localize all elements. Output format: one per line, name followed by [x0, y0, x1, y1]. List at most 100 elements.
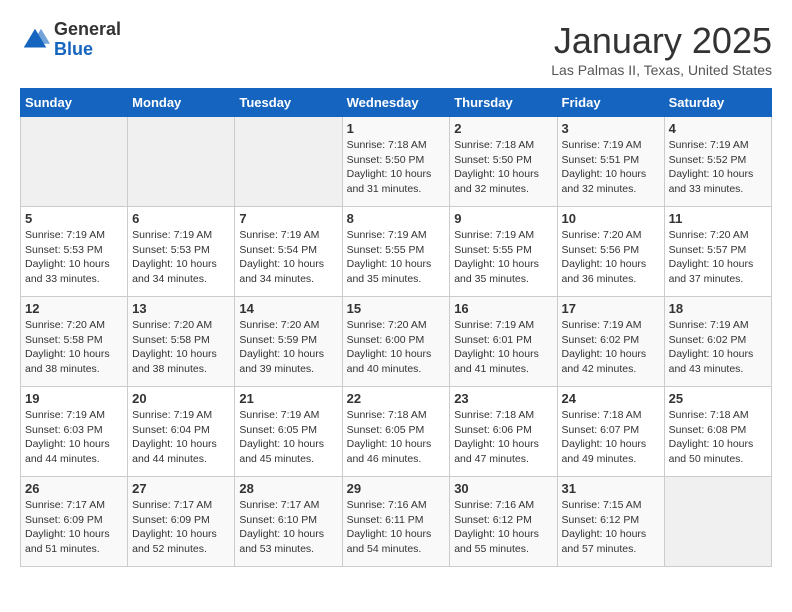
calendar-day-cell: 14Sunrise: 7:20 AMSunset: 5:59 PMDayligh… — [235, 297, 342, 387]
day-number: 23 — [454, 391, 552, 406]
calendar-week-row: 12 Sunrise: 7:20 AMSunset: 5:58 PMDayligh… — [21, 297, 772, 387]
calendar-title: January 2025 — [551, 20, 772, 62]
calendar-day-cell: 30 Sunrise: 7:16 AMSunset: 6:12 PMDayligh… — [450, 477, 557, 567]
day-info: Sunrise: 7:18 AMSunset: 5:50 PMDaylight:… — [347, 138, 446, 197]
day-info: Sunrise: 7:19 AMSunset: 6:02 PMDaylight:… — [669, 318, 767, 377]
day-number: 7 — [239, 211, 337, 226]
weekday-header-row: SundayMondayTuesdayWednesdayThursdayFrid… — [21, 89, 772, 117]
day-info: Sunrise: 7:19 AMSunset: 5:55 PMDaylight:… — [347, 228, 446, 287]
weekday-header: Tuesday — [235, 89, 342, 117]
weekday-header: Monday — [128, 89, 235, 117]
day-info: Sunrise: 7:15 AMSunset: 6:12 PMDaylight:… — [562, 498, 660, 557]
calendar-day-cell: 18 Sunrise: 7:19 AMSunset: 6:02 PMDayligh… — [664, 297, 771, 387]
calendar-day-cell: 24 Sunrise: 7:18 AMSunset: 6:07 PMDayligh… — [557, 387, 664, 477]
calendar-day-cell: 6 Sunrise: 7:19 AMSunset: 5:53 PMDaylight… — [128, 207, 235, 297]
calendar-day-cell: 25 Sunrise: 7:18 AMSunset: 6:08 PMDayligh… — [664, 387, 771, 477]
day-info: Sunrise: 7:18 AMSunset: 6:05 PMDaylight:… — [347, 408, 446, 467]
day-number: 8 — [347, 211, 446, 226]
day-number: 5 — [25, 211, 123, 226]
calendar-day-cell: 13 Sunrise: 7:20 AMSunset: 5:58 PMDayligh… — [128, 297, 235, 387]
day-number: 26 — [25, 481, 123, 496]
calendar-day-cell: 12Sunrise: 7:20 AMSunset: 5:58 PMDayligh… — [21, 297, 128, 387]
page-header: General Blue January 2025 Las Palmas II,… — [20, 20, 772, 78]
day-info: Sunrise: 7:18 AMSunset: 6:08 PMDaylight:… — [669, 408, 767, 467]
calendar-day-cell: 3Sunrise: 7:19 AMSunset: 5:51 PMDaylight… — [557, 117, 664, 207]
day-info: Sunrise: 7:20 AMSunset: 6:00 PMDaylight:… — [347, 318, 446, 377]
calendar-day-cell — [664, 477, 771, 567]
day-info: Sunrise: 7:20 AMSunset: 5:56 PMDaylight:… — [562, 228, 660, 287]
day-info: Sunrise: 7:18 AMSunset: 6:07 PMDaylight:… — [562, 408, 660, 467]
day-number: 25 — [669, 391, 767, 406]
day-number: 11 — [669, 211, 767, 226]
day-number: 6 — [132, 211, 230, 226]
calendar-day-cell: 28Sunrise: 7:17 AMSunset: 6:10 PMDayligh… — [235, 477, 342, 567]
day-number: 16 — [454, 301, 552, 316]
logo-text: General Blue — [54, 20, 121, 60]
day-number: 3 — [562, 121, 660, 136]
calendar-day-cell: 8 Sunrise: 7:19 AMSunset: 5:55 PMDaylight… — [342, 207, 450, 297]
day-info: Sunrise: 7:19 AMSunset: 5:54 PMDaylight:… — [239, 228, 337, 287]
day-number: 21 — [239, 391, 337, 406]
weekday-header: Sunday — [21, 89, 128, 117]
day-number: 24 — [562, 391, 660, 406]
day-number: 18 — [669, 301, 767, 316]
day-info: Sunrise: 7:17 AMSunset: 6:09 PMDaylight:… — [132, 498, 230, 557]
day-info: Sunrise: 7:19 AMSunset: 5:53 PMDaylight:… — [132, 228, 230, 287]
day-number: 2 — [454, 121, 552, 136]
day-info: Sunrise: 7:16 AMSunset: 6:12 PMDaylight:… — [454, 498, 552, 557]
logo: General Blue — [20, 20, 121, 60]
calendar-day-cell: 21Sunrise: 7:19 AMSunset: 6:05 PMDayligh… — [235, 387, 342, 477]
day-number: 27 — [132, 481, 230, 496]
logo-icon — [20, 25, 50, 55]
day-number: 22 — [347, 391, 446, 406]
calendar-day-cell — [21, 117, 128, 207]
day-info: Sunrise: 7:19 AMSunset: 6:01 PMDaylight:… — [454, 318, 552, 377]
day-number: 13 — [132, 301, 230, 316]
day-number: 15 — [347, 301, 446, 316]
day-info: Sunrise: 7:20 AMSunset: 5:58 PMDaylight:… — [132, 318, 230, 377]
day-number: 20 — [132, 391, 230, 406]
calendar-day-cell: 23 Sunrise: 7:18 AMSunset: 6:06 PMDayligh… — [450, 387, 557, 477]
calendar-day-cell: 1 Sunrise: 7:18 AMSunset: 5:50 PMDaylight… — [342, 117, 450, 207]
calendar-week-row: 26 Sunrise: 7:17 AMSunset: 6:09 PMDayligh… — [21, 477, 772, 567]
calendar-day-cell: 16 Sunrise: 7:19 AMSunset: 6:01 PMDayligh… — [450, 297, 557, 387]
calendar-day-cell: 20Sunrise: 7:19 AMSunset: 6:04 PMDayligh… — [128, 387, 235, 477]
calendar-table: SundayMondayTuesdayWednesdayThursdayFrid… — [20, 88, 772, 567]
day-number: 12 — [25, 301, 123, 316]
day-number: 1 — [347, 121, 446, 136]
calendar-day-cell: 5 Sunrise: 7:19 AMSunset: 5:53 PMDaylight… — [21, 207, 128, 297]
logo-blue-text: Blue — [54, 39, 93, 59]
calendar-week-row: 5 Sunrise: 7:19 AMSunset: 5:53 PMDaylight… — [21, 207, 772, 297]
weekday-header: Thursday — [450, 89, 557, 117]
day-number: 4 — [669, 121, 767, 136]
day-number: 9 — [454, 211, 552, 226]
day-info: Sunrise: 7:19 AMSunset: 5:53 PMDaylight:… — [25, 228, 123, 287]
calendar-week-row: 1 Sunrise: 7:18 AMSunset: 5:50 PMDaylight… — [21, 117, 772, 207]
calendar-day-cell: 27 Sunrise: 7:17 AMSunset: 6:09 PMDayligh… — [128, 477, 235, 567]
day-info: Sunrise: 7:19 AMSunset: 6:03 PMDaylight:… — [25, 408, 123, 467]
calendar-day-cell: 7 Sunrise: 7:19 AMSunset: 5:54 PMDaylight… — [235, 207, 342, 297]
calendar-day-cell: 10Sunrise: 7:20 AMSunset: 5:56 PMDayligh… — [557, 207, 664, 297]
calendar-day-cell: 31 Sunrise: 7:15 AMSunset: 6:12 PMDayligh… — [557, 477, 664, 567]
weekday-header: Wednesday — [342, 89, 450, 117]
weekday-header: Saturday — [664, 89, 771, 117]
day-info: Sunrise: 7:19 AMSunset: 6:02 PMDaylight:… — [562, 318, 660, 377]
calendar-day-cell: 11 Sunrise: 7:20 AMSunset: 5:57 PMDayligh… — [664, 207, 771, 297]
calendar-day-cell: 15 Sunrise: 7:20 AMSunset: 6:00 PMDayligh… — [342, 297, 450, 387]
day-number: 31 — [562, 481, 660, 496]
calendar-day-cell: 29Sunrise: 7:16 AMSunset: 6:11 PMDayligh… — [342, 477, 450, 567]
calendar-day-cell: 17 Sunrise: 7:19 AMSunset: 6:02 PMDayligh… — [557, 297, 664, 387]
calendar-day-cell: 22 Sunrise: 7:18 AMSunset: 6:05 PMDayligh… — [342, 387, 450, 477]
title-section: January 2025 Las Palmas II, Texas, Unite… — [551, 20, 772, 78]
day-info: Sunrise: 7:20 AMSunset: 5:57 PMDaylight:… — [669, 228, 767, 287]
day-info: Sunrise: 7:19 AMSunset: 5:55 PMDaylight:… — [454, 228, 552, 287]
day-number: 30 — [454, 481, 552, 496]
day-number: 17 — [562, 301, 660, 316]
day-info: Sunrise: 7:17 AMSunset: 6:10 PMDaylight:… — [239, 498, 337, 557]
day-info: Sunrise: 7:18 AMSunset: 6:06 PMDaylight:… — [454, 408, 552, 467]
calendar-day-cell — [128, 117, 235, 207]
day-number: 19 — [25, 391, 123, 406]
calendar-day-cell: 19 Sunrise: 7:19 AMSunset: 6:03 PMDayligh… — [21, 387, 128, 477]
day-info: Sunrise: 7:19 AMSunset: 5:52 PMDaylight:… — [669, 138, 767, 197]
day-number: 29 — [347, 481, 446, 496]
